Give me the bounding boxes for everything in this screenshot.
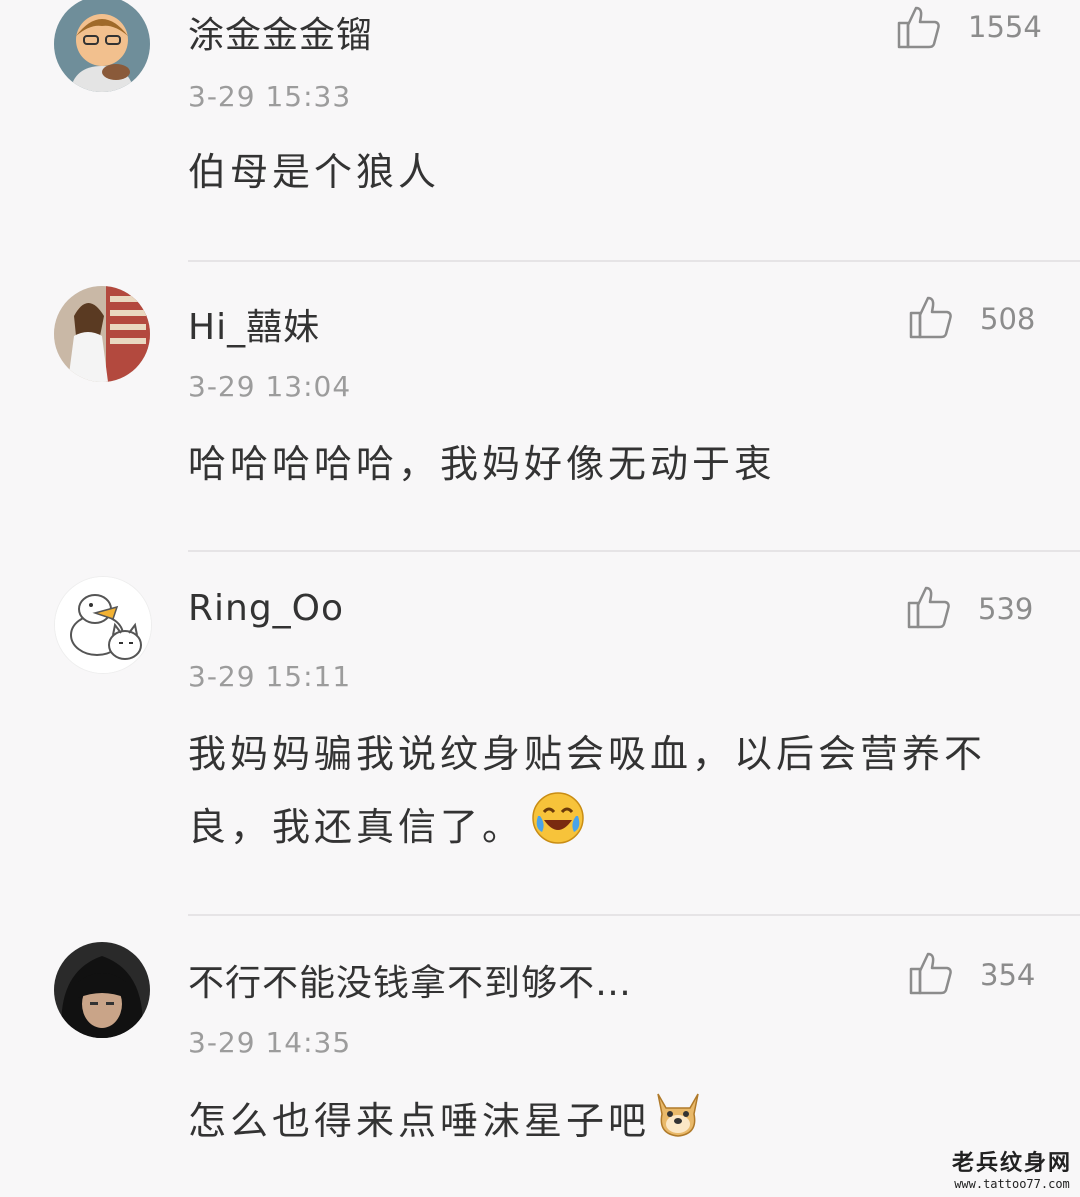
watermark-title: 老兵纹身网 xyxy=(951,1150,1072,1176)
like-count: 539 xyxy=(978,592,1034,626)
thumbs-up-icon[interactable] xyxy=(908,950,954,996)
comment-timestamp: 3-29 15:11 xyxy=(188,660,352,693)
thumbs-up-icon[interactable] xyxy=(906,584,952,630)
user-avatar[interactable] xyxy=(54,286,150,382)
username[interactable]: 涂金金金镏 xyxy=(188,6,373,58)
like-count: 354 xyxy=(980,958,1036,992)
site-watermark: 老兵纹身网 www.tattoo77.com xyxy=(952,1145,1072,1191)
watermark-url: www.tattoo77.com xyxy=(954,1177,1070,1191)
like-count: 508 xyxy=(980,302,1036,336)
comment-text: 伯母是个狼人 xyxy=(188,150,441,194)
user-avatar[interactable] xyxy=(54,942,150,1038)
comment-divider xyxy=(188,550,1080,552)
comment-text-content: 怎么也得来点唾沫星子吧 xyxy=(188,1099,651,1143)
comment-text: 哈哈哈哈哈，我妈好像无动于衷 xyxy=(188,442,777,486)
user-avatar[interactable] xyxy=(54,576,152,674)
thumbs-up-icon[interactable] xyxy=(908,294,954,340)
comment-timestamp: 3-29 14:35 xyxy=(188,1026,352,1059)
username[interactable]: Ring_Oo xyxy=(188,588,344,629)
laughing-tears-emoji-icon xyxy=(530,790,586,869)
like-count: 1554 xyxy=(968,10,1042,44)
comment-text-content: 我妈妈骗我说纹身贴会吸血，以后会营养不良，我还真信了。 xyxy=(188,732,987,849)
comment-timestamp: 3-29 13:04 xyxy=(188,370,352,403)
doge-emoji-icon xyxy=(650,1084,706,1163)
thumbs-up-icon[interactable] xyxy=(896,4,942,50)
comment-text: 怎么也得来点唾沫星子吧 xyxy=(188,1084,1028,1163)
user-avatar[interactable] xyxy=(54,0,150,92)
comment-text: 我妈妈骗我说纹身贴会吸血，以后会营养不良，我还真信了。 xyxy=(188,718,1028,869)
comment-divider xyxy=(188,260,1080,262)
username[interactable]: Hi_囍妹 xyxy=(188,298,320,350)
username[interactable]: 不行不能没钱拿不到够不… xyxy=(188,954,632,1006)
comment-divider xyxy=(188,914,1080,916)
comment-timestamp: 3-29 15:33 xyxy=(188,80,352,113)
